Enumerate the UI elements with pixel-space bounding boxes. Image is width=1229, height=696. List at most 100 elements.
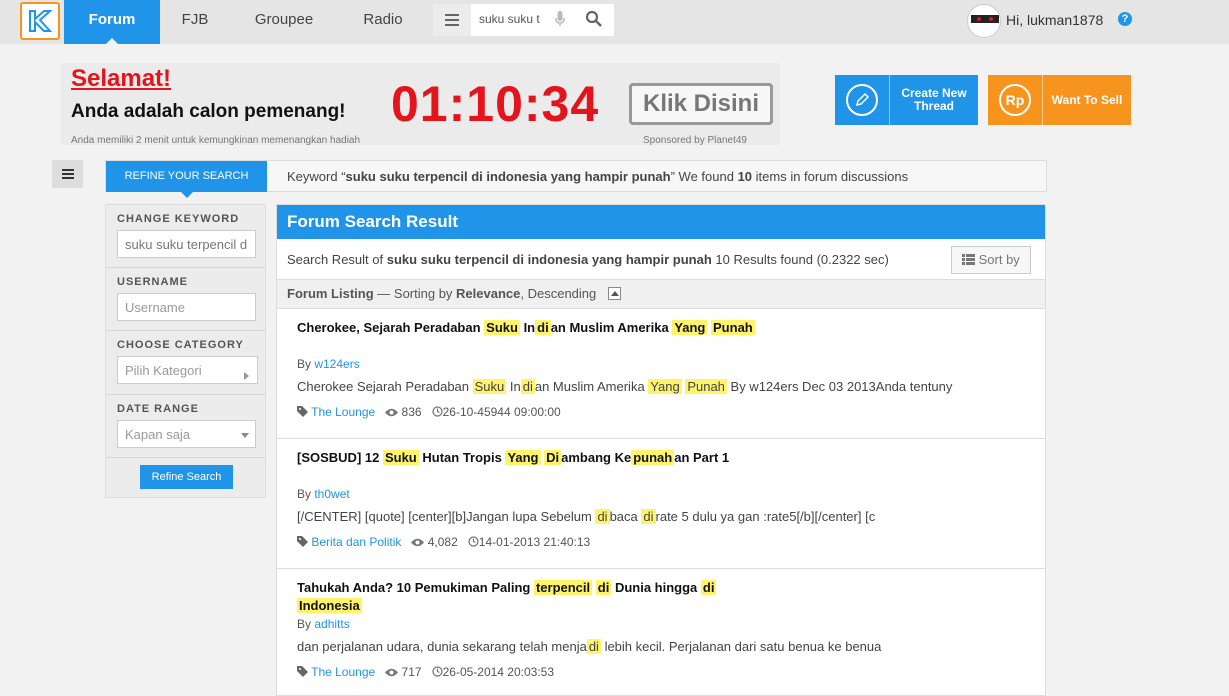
highlight-term: Yang: [672, 320, 708, 335]
text-segment: Hutan Tropis: [418, 450, 506, 465]
result-title-link[interactable]: Cherokee, Sejarah Peradaban Suku In di an …: [297, 319, 757, 337]
category-select[interactable]: Pilih Kategori: [117, 356, 258, 384]
create-thread-label: Create New Thread: [901, 86, 967, 113]
top-navbar: Forum FJB Groupee Radio Hi, lukman1878 ?: [0, 0, 1229, 44]
highlight-term: di: [520, 379, 535, 394]
result-snippet: Cherokee Sejarah Peradaban Suku In di an M…: [297, 379, 952, 394]
divider: [106, 267, 265, 268]
pencil-icon: [846, 84, 878, 116]
divider: [106, 394, 265, 395]
sidebar-toggle-icon[interactable]: [52, 160, 83, 188]
text-segment: an Muslim Amerika: [550, 320, 673, 335]
keyword-message: Keyword “suku suku terpencil di indonesi…: [287, 169, 909, 184]
view-count: 836: [401, 405, 422, 419]
text-segment: Dunia hingga: [611, 580, 701, 595]
highlight-term: Di: [544, 450, 562, 465]
ad-banner[interactable]: Selamat! Anda adalah calon pemenang! 01:…: [61, 63, 780, 145]
highlight-term: Indonesia: [297, 598, 362, 613]
category-label: CHOOSE CATEGORY: [117, 339, 244, 351]
search-input[interactable]: [479, 12, 549, 26]
text-segment: [SOSBUD] 12: [297, 450, 383, 465]
hamburger-menu-icon[interactable]: [433, 4, 471, 36]
highlight-term: di: [586, 639, 601, 654]
category-link[interactable]: Berita dan Politik: [311, 535, 401, 549]
author-link[interactable]: adhitts: [314, 617, 349, 631]
text-segment: Tahukah Anda? 10 Pemukiman Paling: [297, 580, 534, 595]
help-icon[interactable]: ?: [1118, 12, 1132, 26]
nav-tab-radio[interactable]: Radio: [352, 0, 414, 44]
result-author: By w124ers: [297, 357, 360, 371]
result-title-link[interactable]: [SOSBUD] 12 Suku Hutan Tropis Yang Di amb…: [297, 449, 757, 467]
banner-subline: Anda adalah calon pemenang!: [71, 101, 346, 122]
banner-fine-print: Anda memiliki 2 menit untuk kemungkinan …: [71, 135, 361, 145]
refine-search-button[interactable]: Refine Search: [140, 465, 233, 489]
result-meta: The Lounge 836 26-10-45944 09:00:00: [297, 405, 561, 420]
post-date: 26-10-45944 09:00:00: [442, 405, 561, 419]
category-link[interactable]: The Lounge: [311, 405, 375, 419]
text-segment: In: [519, 320, 536, 335]
refine-bar: REFINE YOUR SEARCH Keyword “suku suku te…: [105, 160, 1047, 198]
clock-icon: [431, 666, 443, 680]
username-field[interactable]: Username: [117, 293, 256, 321]
want-to-sell-label: Want To Sell: [1051, 92, 1123, 107]
clock-icon: [468, 536, 479, 550]
highlight-term: Suku: [472, 379, 507, 394]
text-segment: In: [506, 379, 521, 394]
keyword-field[interactable]: suku suku terpencil d: [117, 230, 256, 258]
change-keyword-label: CHANGE KEYWORD: [117, 213, 240, 225]
user-greeting[interactable]: Hi, lukman1878: [1006, 12, 1103, 28]
nav-tab-groupee[interactable]: Groupee: [244, 0, 324, 44]
result-item: [SOSBUD] 12 Suku Hutan Tropis Yang Di amb…: [277, 439, 1045, 569]
text-segment: By w124ers Dec 03 2013Anda tentuny: [726, 379, 953, 394]
view-count: 717: [401, 665, 422, 679]
create-thread-button[interactable]: Create New Thread: [835, 75, 978, 125]
want-to-sell-button[interactable]: Rp Want To Sell: [988, 75, 1131, 125]
text-segment: [/CENTER] [quote] [center][b]Jangan lupa…: [297, 509, 596, 524]
text-segment: an Part 1: [674, 450, 730, 465]
result-author: By th0wet: [297, 487, 350, 501]
highlight-term: Suku: [484, 320, 520, 335]
result-author: By adhitts: [297, 617, 350, 631]
text-segment: dan perjalanan udara, dunia sekarang tel…: [297, 639, 587, 654]
author-link[interactable]: w124ers: [314, 357, 359, 371]
text-segment: Cherokee, Sejarah Peradaban: [297, 320, 485, 335]
result-item: Tahukah Anda? 10 Pemukiman Paling terpen…: [277, 569, 1045, 695]
date-range-label: DATE RANGE: [117, 403, 199, 415]
result-meta: The Lounge 717 26-05-2014 20:03:53: [297, 665, 554, 680]
banner-timer: 01:10:34: [391, 76, 600, 132]
category-link[interactable]: The Lounge: [311, 665, 375, 679]
sort-button[interactable]: Sort by: [951, 246, 1031, 274]
tag-icon: [297, 535, 308, 550]
refine-search-tab[interactable]: REFINE YOUR SEARCH: [106, 161, 267, 198]
tag-icon: [297, 405, 308, 420]
banner-cta-button[interactable]: Klik Disini: [629, 83, 773, 125]
search-icon[interactable]: [585, 10, 603, 33]
result-title-link[interactable]: Tahukah Anda? 10 Pemukiman Paling terpen…: [297, 579, 757, 615]
username-label: USERNAME: [117, 276, 188, 288]
result-snippet: dan perjalanan udara, dunia sekarang tel…: [297, 639, 881, 654]
eye-icon: [411, 536, 425, 550]
divider: [106, 457, 265, 458]
nav-tab-fjb[interactable]: FJB: [170, 0, 220, 44]
results-header: Forum Search Result: [277, 205, 1045, 239]
result-snippet: [/CENTER] [quote] [center][b]Jangan lupa…: [297, 509, 875, 524]
date-range-select[interactable]: Kapan saja: [117, 420, 256, 448]
eye-icon: [385, 666, 399, 680]
nav-tab-forum[interactable]: Forum: [64, 0, 160, 44]
author-link[interactable]: th0wet: [314, 487, 349, 501]
result-meta: Berita dan Politik 4,082 14-01-2013 21:4…: [297, 535, 590, 550]
banner-headline: Selamat!: [71, 65, 172, 92]
chevron-down-icon: [241, 433, 249, 438]
user-avatar[interactable]: [967, 4, 1001, 38]
text-segment: an Muslim Amerika: [534, 379, 649, 394]
result-item: Cherokee, Sejarah Peradaban Suku In di an …: [277, 309, 1045, 439]
banner-sponsor: Sponsored by Planet49: [643, 135, 747, 145]
collapse-icon[interactable]: [607, 287, 621, 301]
divider: [106, 330, 265, 331]
text-segment: lebih kecil. Perjalanan dari satu benua …: [600, 639, 882, 654]
microphone-icon[interactable]: [555, 11, 565, 32]
result-count: 10: [737, 169, 753, 184]
highlight-term: Punah: [685, 379, 727, 394]
highlight-term: di: [535, 320, 551, 335]
kaskus-logo-icon[interactable]: [20, 2, 60, 40]
